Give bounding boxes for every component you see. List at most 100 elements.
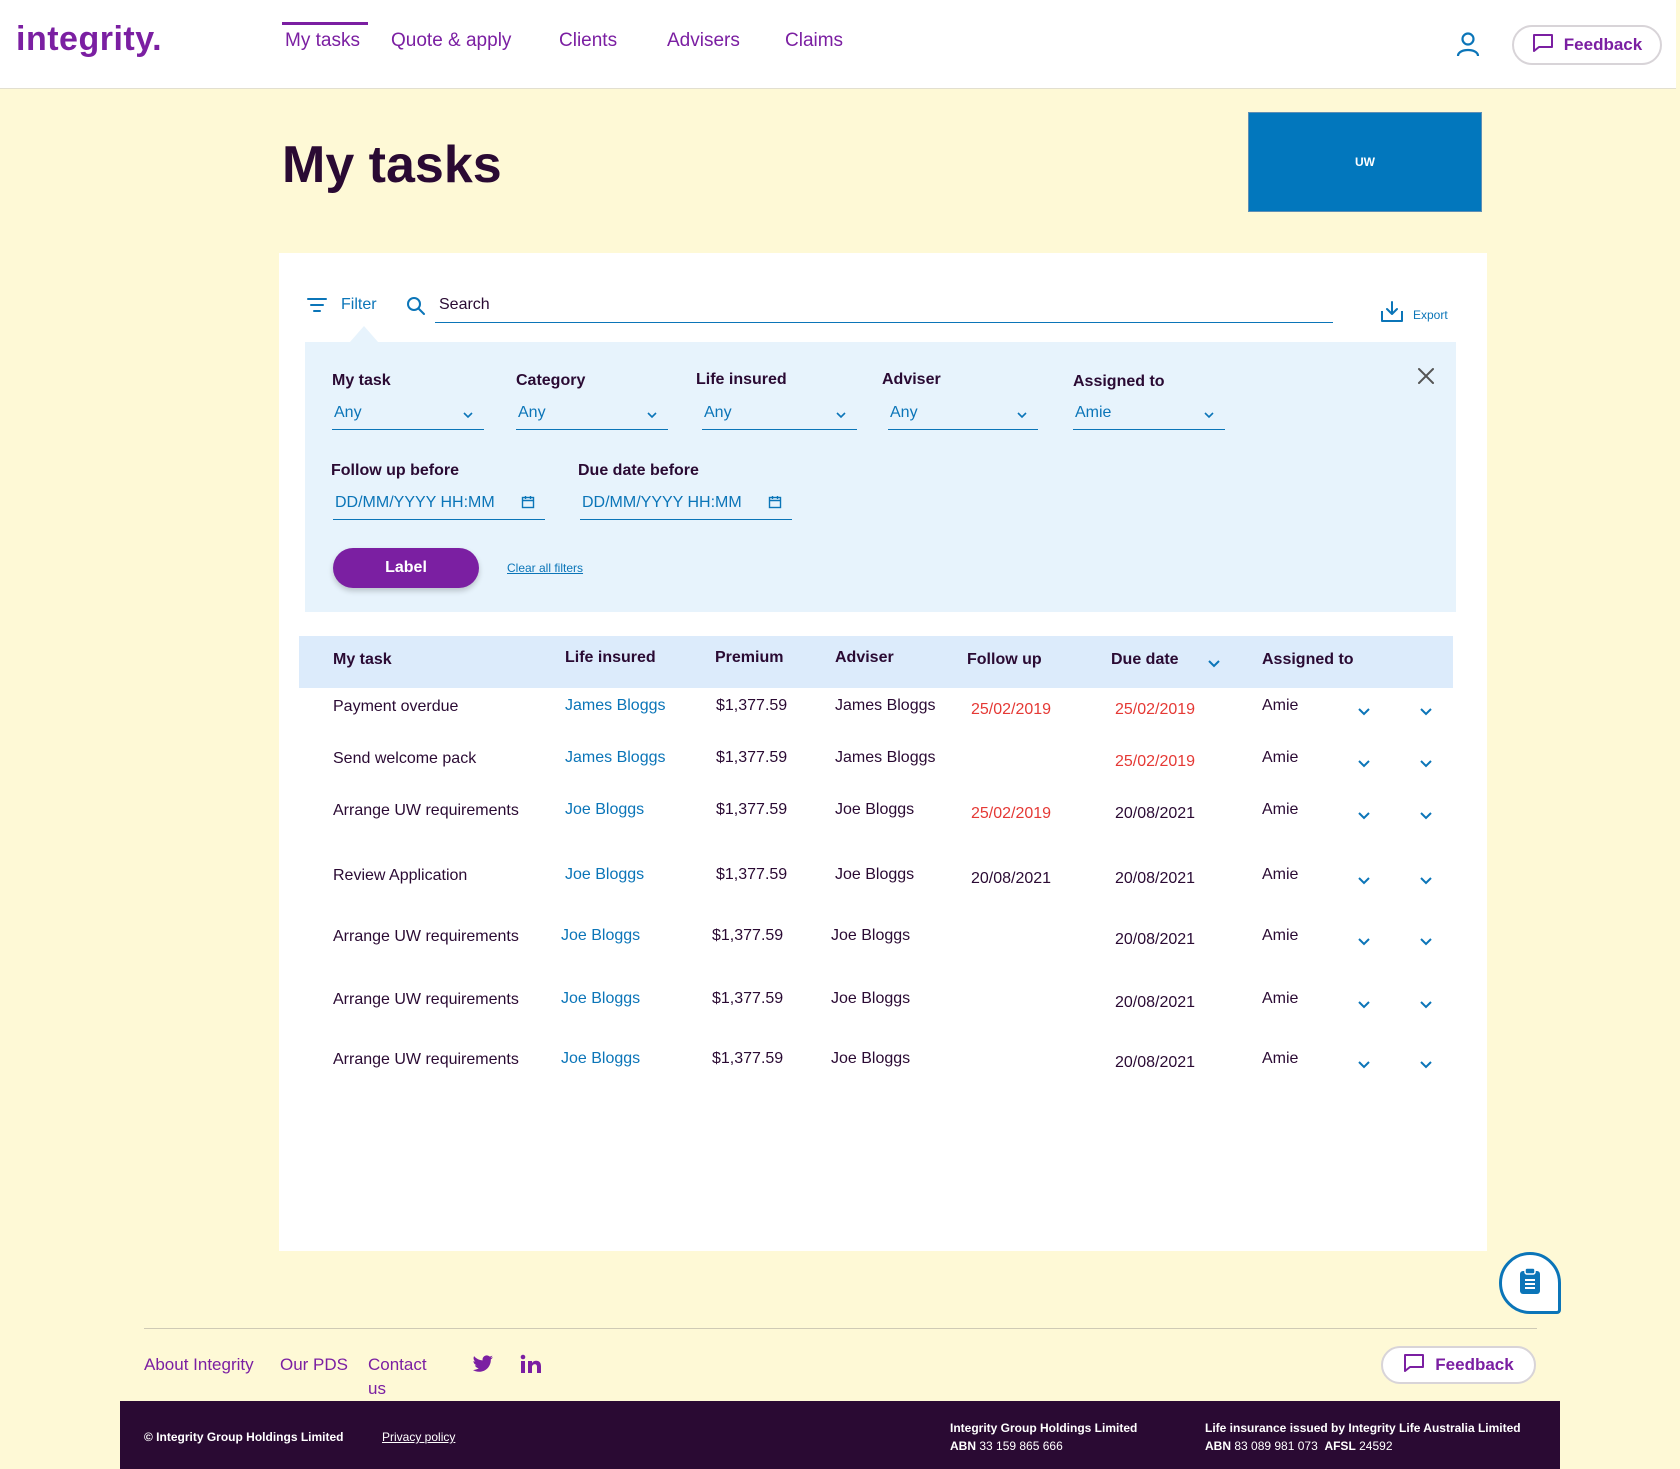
expand-row-chevron-icon[interactable]: [1419, 997, 1433, 1015]
adviser-cell: James Bloggs: [835, 749, 936, 766]
expand-row-chevron-icon[interactable]: [1419, 704, 1433, 722]
close-filter-icon[interactable]: [1417, 367, 1435, 390]
nav-advisers[interactable]: Advisers: [667, 30, 740, 52]
assign-dropdown-chevron-icon[interactable]: [1357, 934, 1371, 952]
expand-row-chevron-icon[interactable]: [1419, 808, 1433, 826]
premium-cell: $1,377.59: [712, 990, 784, 1007]
task-cell: Send welcome pack: [333, 750, 477, 767]
adviser-cell: Joe Bloggs: [831, 927, 911, 944]
filter-assigned-to-select[interactable]: Amie: [1073, 400, 1225, 430]
follow-up-cell: 25/02/2019: [971, 805, 1052, 822]
col-life-insured[interactable]: Life insured: [565, 649, 656, 667]
adviser-cell: Joe Bloggs: [831, 990, 911, 1007]
filter-toggle[interactable]: Filter: [341, 296, 377, 314]
col-premium[interactable]: Premium: [715, 649, 783, 667]
life-insured-link[interactable]: Joe Bloggs: [565, 866, 644, 884]
clipboard-fab-button[interactable]: [1499, 1252, 1561, 1314]
expand-row-chevron-icon[interactable]: [1419, 1057, 1433, 1075]
filter-category-label: Category: [516, 372, 586, 389]
chevron-down-icon: [646, 406, 658, 424]
expand-row-chevron-icon[interactable]: [1419, 873, 1433, 891]
apply-filter-button[interactable]: Label: [333, 548, 479, 588]
task-cell: Review Application: [333, 867, 468, 884]
calendar-icon[interactable]: [521, 495, 535, 514]
chat-icon: [1532, 33, 1554, 58]
insurer-abn-label: ABN: [1205, 1439, 1231, 1453]
premium-cell: $1,377.59: [716, 801, 788, 818]
header-feedback-label: Feedback: [1563, 35, 1643, 54]
task-cell: Arrange UW requirements: [333, 928, 519, 945]
due-date-cell: 25/02/2019: [1115, 701, 1196, 718]
footer-feedback-label: Feedback: [1435, 1355, 1514, 1374]
integrity-logo[interactable]: integrity.: [16, 20, 162, 59]
due-date-cell: 25/02/2019: [1115, 753, 1196, 770]
footer-pds-link[interactable]: Our PDS: [280, 1355, 348, 1375]
filter-my-task-select[interactable]: Any: [332, 400, 484, 430]
nav-clients[interactable]: Clients: [559, 30, 617, 52]
assigned-to-cell: Amie: [1262, 866, 1299, 883]
col-follow-up[interactable]: Follow up: [967, 651, 1042, 669]
page-title: My tasks: [282, 136, 502, 194]
user-icon[interactable]: [1455, 31, 1481, 62]
calendar-icon[interactable]: [768, 495, 782, 514]
sort-chevron-icon[interactable]: [1207, 656, 1221, 674]
adviser-cell: Joe Bloggs: [831, 1050, 911, 1067]
assign-dropdown-chevron-icon[interactable]: [1357, 704, 1371, 722]
life-insured-link[interactable]: Joe Bloggs: [561, 927, 640, 945]
filter-follow-up-input[interactable]: DD/MM/YYYY HH:MM: [333, 490, 545, 520]
footer-about-link[interactable]: About Integrity: [144, 1355, 254, 1375]
assigned-to-cell: Amie: [1262, 927, 1299, 944]
expand-row-chevron-icon[interactable]: [1419, 934, 1433, 952]
life-insured-link[interactable]: Joe Bloggs: [565, 801, 644, 819]
assigned-to-cell: Amie: [1262, 801, 1299, 818]
filter-life-insured-select[interactable]: Any: [702, 400, 857, 430]
filter-due-date-label: Due date before: [578, 462, 699, 479]
footer-contact-link[interactable]: Contact us: [368, 1353, 438, 1401]
assign-dropdown-chevron-icon[interactable]: [1357, 808, 1371, 826]
nav-my-tasks[interactable]: My tasks: [285, 30, 360, 52]
assign-dropdown-chevron-icon[interactable]: [1357, 873, 1371, 891]
col-my-task[interactable]: My task: [333, 651, 392, 669]
filter-adviser-select[interactable]: Any: [888, 400, 1038, 430]
export-button[interactable]: Export: [1413, 308, 1448, 322]
col-due-date[interactable]: Due date: [1111, 651, 1179, 669]
expand-row-chevron-icon[interactable]: [1419, 756, 1433, 774]
search-input[interactable]: Search: [435, 288, 1333, 323]
uw-badge[interactable]: UW: [1248, 112, 1482, 212]
assign-dropdown-chevron-icon[interactable]: [1357, 997, 1371, 1015]
assign-dropdown-chevron-icon[interactable]: [1357, 756, 1371, 774]
filter-category-select[interactable]: Any: [516, 400, 668, 430]
life-insured-link[interactable]: Joe Bloggs: [561, 990, 640, 1008]
task-cell: Arrange UW requirements: [333, 1051, 519, 1068]
assign-dropdown-chevron-icon[interactable]: [1357, 1057, 1371, 1075]
export-icon[interactable]: [1380, 301, 1404, 328]
due-date-cell: 20/08/2021: [1115, 994, 1196, 1011]
assigned-to-cell: Amie: [1262, 990, 1299, 1007]
filter-due-date-input[interactable]: DD/MM/YYYY HH:MM: [580, 490, 792, 520]
linkedin-icon[interactable]: [520, 1354, 542, 1379]
filter-icon[interactable]: [307, 297, 327, 318]
clear-all-filters-link[interactable]: Clear all filters: [507, 561, 583, 575]
company-name: Integrity Group Holdings Limited: [950, 1421, 1138, 1435]
assigned-to-cell: Amie: [1262, 697, 1299, 714]
follow-up-placeholder: DD/MM/YYYY HH:MM: [335, 494, 495, 511]
life-insured-link[interactable]: Joe Bloggs: [561, 1050, 640, 1068]
adviser-cell: James Bloggs: [835, 697, 936, 714]
col-adviser[interactable]: Adviser: [835, 649, 894, 667]
twitter-icon[interactable]: [472, 1355, 494, 1378]
premium-cell: $1,377.59: [716, 866, 788, 883]
insurer-abn-value: 83 089 981 073: [1234, 1439, 1318, 1453]
footer-feedback-button[interactable]: Feedback: [1381, 1346, 1536, 1384]
life-insured-link[interactable]: James Bloggs: [565, 749, 666, 767]
footer-divider: [144, 1328, 1537, 1329]
chevron-down-icon: [835, 406, 847, 424]
nav-claims[interactable]: Claims: [785, 30, 843, 52]
chevron-down-icon: [462, 406, 474, 424]
filter-my-task-value: Any: [334, 404, 362, 421]
header-feedback-button[interactable]: Feedback: [1512, 25, 1662, 65]
col-assigned-to[interactable]: Assigned to: [1262, 651, 1354, 669]
company-abn-label: ABN: [950, 1439, 976, 1453]
life-insured-link[interactable]: James Bloggs: [565, 697, 666, 715]
privacy-policy-link[interactable]: Privacy policy: [382, 1430, 455, 1444]
nav-quote-apply[interactable]: Quote & apply: [391, 30, 511, 52]
